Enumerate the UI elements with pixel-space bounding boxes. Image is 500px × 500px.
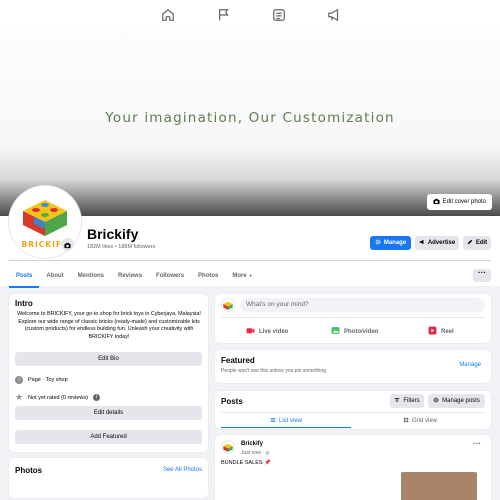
post-options-button[interactable]: ···	[473, 439, 481, 448]
tab-mentions[interactable]: Mentions	[71, 266, 111, 286]
list-view-label: List view	[278, 418, 302, 424]
posts-card: Posts Filters Manage posts List view Gri…	[215, 391, 491, 429]
photo-video-button[interactable]: Photo/video	[331, 326, 378, 337]
post-composer: What's on your mind? Live video Photo/vi…	[215, 294, 491, 343]
flag-icon[interactable]	[217, 8, 231, 22]
edit-cover-button[interactable]: Edit cover photo	[426, 194, 492, 210]
advertise-label: Advertise	[427, 240, 456, 246]
photo-video-label: Photo/video	[344, 328, 379, 335]
tab-about[interactable]: About	[39, 266, 70, 286]
settings-icon	[433, 397, 439, 405]
featured-manage-link[interactable]: Manage	[459, 362, 481, 368]
update-avatar-button[interactable]	[61, 238, 74, 251]
featured-card: Featured People won't see this unless yo…	[215, 350, 491, 383]
manage-button[interactable]: Manage	[370, 236, 411, 250]
posts-title: Posts	[221, 397, 243, 406]
post-avatar[interactable]	[221, 440, 235, 454]
edit-details-button[interactable]: Edit details	[15, 406, 202, 420]
page-type-text: Page · Toy shop	[28, 377, 68, 383]
filters-button[interactable]: Filters	[390, 394, 424, 408]
reel-button[interactable]: Reel	[428, 326, 454, 337]
tab-photos[interactable]: Photos	[191, 266, 225, 286]
megaphone-icon[interactable]	[327, 8, 341, 22]
grid-view-label: Grid view	[411, 418, 437, 424]
featured-subtitle: People won't see this unless you pin som…	[221, 368, 328, 374]
filters-label: Filters	[403, 398, 420, 404]
page-tabs: Posts About Mentions Reviews Followers P…	[9, 266, 260, 288]
manage-posts-label: Manage posts	[442, 398, 480, 404]
rating-row: ★ Not yet rated (0 reviews) i	[15, 392, 100, 403]
edit-label: Edit	[475, 240, 488, 246]
post-time-text: Just now ·	[241, 450, 266, 456]
settings-icon	[375, 239, 381, 247]
featured-title: Featured	[221, 356, 255, 365]
intro-card: Intro Welcome to BRICKIFY, your go-to sh…	[9, 294, 208, 452]
post-author[interactable]: Brickify	[241, 441, 263, 447]
page-title: Brickify	[87, 226, 139, 242]
info-icon: i	[15, 376, 23, 384]
live-video-button[interactable]: Live video	[246, 326, 288, 337]
manage-posts-button[interactable]: Manage posts	[428, 394, 485, 408]
tab-followers[interactable]: Followers	[149, 266, 191, 286]
post-time: Just now · ◎	[241, 450, 270, 456]
megaphone-icon	[419, 239, 425, 247]
grid-icon	[403, 417, 409, 425]
post-image[interactable]	[401, 472, 477, 500]
list-icon	[270, 417, 276, 425]
posts-divider	[221, 412, 485, 413]
help-icon[interactable]: i	[93, 394, 100, 401]
cover-photo: Your imagination, Our Customization	[0, 30, 500, 216]
intro-bio: Welcome to BRICKIFY, your go-to shop for…	[17, 311, 201, 340]
top-nav	[0, 0, 500, 30]
composer-divider	[221, 317, 485, 318]
more-options-button[interactable]: ···	[473, 269, 491, 282]
add-featured-button[interactable]: Add Featured	[15, 430, 202, 444]
edit-cover-label: Edit cover photo	[442, 199, 486, 205]
cover-tagline: Your imagination, Our Customization	[105, 110, 395, 126]
tab-reviews[interactable]: Reviews	[111, 266, 149, 286]
list-view-tab[interactable]: List view	[221, 415, 351, 428]
camera-icon	[64, 236, 71, 254]
caret-down-icon: ▼	[248, 273, 253, 278]
tab-more-label: More	[232, 273, 247, 279]
tab-posts[interactable]: Posts	[9, 266, 40, 288]
post-text: BUNDLE SALES 📌	[221, 460, 271, 466]
star-icon: ★	[15, 392, 24, 402]
home-icon[interactable]	[161, 8, 175, 22]
rating-text: Not yet rated (0 reviews)	[28, 394, 88, 401]
marketplace-icon[interactable]	[272, 8, 286, 22]
composer-avatar[interactable]	[221, 298, 235, 312]
post-item: Brickify Just now · ◎ ··· BUNDLE SALES 📌	[215, 435, 491, 500]
edit-page-button[interactable]: Edit	[463, 236, 491, 250]
filter-icon	[394, 397, 400, 405]
photos-title: Photos	[15, 466, 43, 475]
page-type-row: i Page · Toy shop	[15, 376, 68, 384]
photo-icon	[331, 326, 340, 337]
intro-title: Intro	[15, 299, 33, 308]
pencil-icon	[467, 239, 473, 247]
live-video-label: Live video	[259, 328, 289, 335]
manage-label: Manage	[383, 240, 407, 246]
page-stats[interactable]: 182M likes • 188M followers	[87, 244, 155, 250]
whats-on-your-mind-input[interactable]: What's on your mind?	[240, 298, 485, 312]
tab-more[interactable]: More ▼	[225, 266, 259, 286]
header-divider	[9, 260, 491, 261]
advertise-button[interactable]: Advertise	[415, 236, 459, 250]
reel-label: Reel	[441, 328, 454, 335]
see-all-photos-link[interactable]: See All Photos	[163, 467, 202, 473]
reel-icon	[428, 326, 437, 337]
globe-icon: ◎	[265, 450, 270, 456]
edit-bio-button[interactable]: Edit Bio	[15, 352, 202, 366]
live-video-icon	[246, 326, 255, 337]
photos-card: Photos See All Photos	[9, 458, 208, 498]
camera-icon	[433, 198, 440, 207]
grid-view-tab[interactable]: Grid view	[355, 415, 485, 427]
